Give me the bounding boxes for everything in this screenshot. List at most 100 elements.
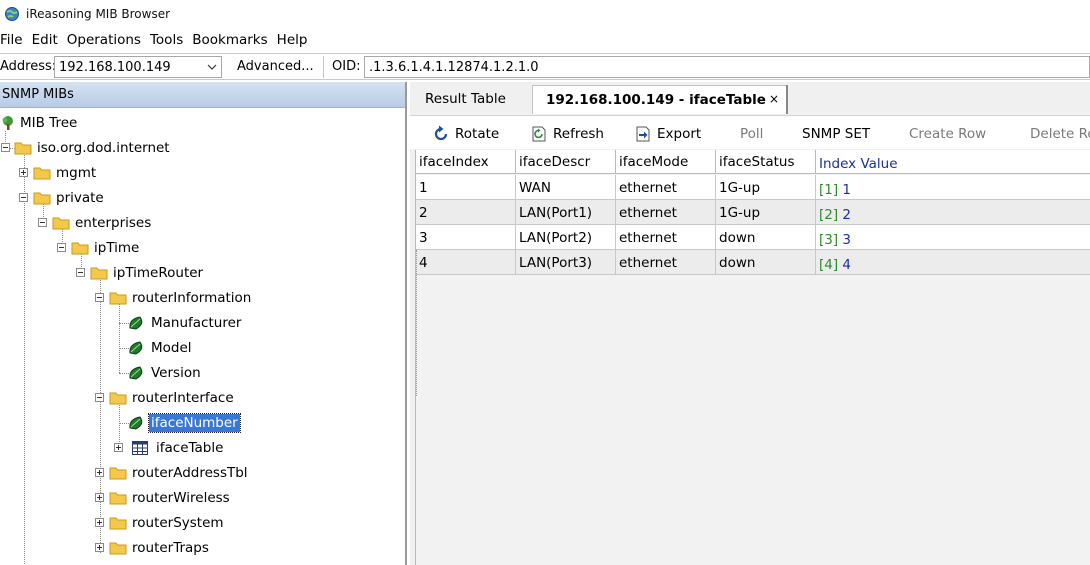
tree-node-label: ipTimeRouter	[113, 265, 204, 281]
tree-node-mgmt[interactable]: mgmt	[33, 162, 98, 184]
folder-icon	[109, 492, 127, 505]
cell-ifacemode: ethernet	[616, 250, 716, 275]
tree-node-routerwireless[interactable]: routerWireless	[109, 487, 232, 509]
menu-edit[interactable]: Edit	[32, 32, 63, 48]
tree-node-label: mgmt	[56, 165, 97, 181]
folder-icon	[109, 542, 127, 555]
result-toolbar: Rotate Refresh Export Poll SNMP SET Crea…	[410, 115, 1090, 149]
menu-bar: File Edit Operations Tools Bookmarks Hel…	[0, 28, 1090, 52]
table-row[interactable]: 3 LAN(Port2) ethernet down [3] 3	[416, 225, 1090, 250]
tree-toggle-collapse[interactable]	[38, 218, 47, 227]
tree-toggle-expand[interactable]	[95, 468, 104, 477]
tree-node-label: Manufacturer	[151, 315, 242, 331]
leaf-icon	[129, 316, 143, 330]
tree-node-label-selected: ifaceNumber	[148, 413, 241, 433]
poll-button[interactable]: Poll	[740, 124, 763, 144]
cell-ifacedescr: LAN(Port3)	[516, 250, 616, 275]
tree-node-iptime[interactable]: ipTime	[71, 237, 141, 259]
folder-icon	[14, 142, 32, 155]
cell-ifaceindex: 1	[416, 175, 516, 200]
index-value: 2	[842, 207, 852, 223]
tree-node-ifacetable[interactable]: ifaceTable	[132, 437, 225, 459]
mib-tree: MIB Tree iso.org.dod.internet mgmt priva…	[0, 109, 405, 565]
close-icon[interactable]: ×	[769, 92, 779, 106]
tree-toggle-expand[interactable]	[95, 518, 104, 527]
oid-input[interactable]: .1.3.6.1.4.1.12874.1.2.1.0	[364, 56, 1090, 78]
cell-ifacemode: ethernet	[616, 200, 716, 225]
column-header-ifaceindex[interactable]: ifaceIndex	[416, 150, 516, 174]
cell-ifaceindex: 4	[416, 250, 516, 275]
tree-toggle-expand[interactable]	[95, 543, 104, 552]
menu-file[interactable]: File	[0, 32, 28, 48]
folder-icon	[109, 392, 127, 405]
cell-index-value: [3] 3	[816, 225, 1090, 250]
column-header-ifacestatus[interactable]: ifaceStatus	[716, 150, 816, 174]
tree-node-routerinterface[interactable]: routerInterface	[109, 387, 236, 409]
tree-toggle-expand[interactable]	[19, 168, 28, 177]
tree-node-label: Model	[151, 340, 192, 356]
snmp-set-button[interactable]: SNMP SET	[802, 124, 870, 144]
leaf-icon	[129, 416, 143, 430]
advanced-button[interactable]: Advanced...	[230, 56, 320, 78]
mib-tree-pane: SNMP MIBs MIB Tree iso.org.dod.internet …	[0, 82, 407, 565]
table-header: ifaceIndex ifaceDescr ifaceMode ifaceSta…	[416, 150, 1090, 174]
menu-bookmarks[interactable]: Bookmarks	[192, 32, 272, 48]
tree-node-internet[interactable]: iso.org.dod.internet	[14, 137, 172, 159]
toolbar-separator	[323, 56, 324, 78]
tree-toggle-collapse[interactable]	[95, 393, 104, 402]
export-button[interactable]: Export	[634, 124, 701, 144]
column-header-ifacedescr[interactable]: ifaceDescr	[516, 150, 616, 174]
table-row[interactable]: 1 WAN ethernet 1G-up [1] 1	[416, 175, 1090, 200]
export-icon	[636, 126, 650, 142]
tree-node-label: routerAddressTbl	[132, 465, 248, 481]
refresh-button[interactable]: Refresh	[530, 124, 604, 144]
refresh-icon	[532, 126, 546, 142]
tree-node-ifacenumber[interactable]: ifaceNumber	[128, 412, 241, 434]
rotate-label: Rotate	[455, 126, 500, 142]
tree-toggle-collapse[interactable]	[1, 143, 10, 152]
index-bracket: [4]	[819, 257, 839, 273]
column-header-index-value[interactable]: Index Value	[816, 150, 1090, 174]
tree-node-root[interactable]: MIB Tree	[0, 112, 79, 134]
tab-result-table[interactable]: Result Table	[425, 85, 506, 114]
tree-node-label: ipTime	[94, 240, 140, 256]
index-value: 3	[842, 232, 852, 248]
menu-help[interactable]: Help	[277, 32, 313, 48]
tree-node-version[interactable]: Version	[128, 362, 203, 384]
menu-tools[interactable]: Tools	[150, 32, 188, 48]
index-bracket: [2]	[819, 207, 839, 223]
delete-row-button[interactable]: Delete Ro	[1030, 124, 1090, 144]
tab-iface-table[interactable]: 192.168.100.149 - ifaceTable ×	[532, 85, 788, 114]
refresh-label: Refresh	[553, 126, 604, 142]
chevron-down-icon[interactable]	[207, 60, 217, 74]
table-row[interactable]: 4 LAN(Port3) ethernet down [4] 4	[416, 250, 1090, 275]
column-header-ifacemode[interactable]: ifaceMode	[616, 150, 716, 174]
tree-node-routeraddresstbl[interactable]: routerAddressTbl	[109, 462, 250, 484]
tree-node-routertraps[interactable]: routerTraps	[109, 537, 211, 559]
tree-toggle-collapse[interactable]	[57, 243, 66, 252]
table-row[interactable]: 2 LAN(Port1) ethernet 1G-up [2] 2	[416, 200, 1090, 225]
tree-node-manufacturer[interactable]: Manufacturer	[128, 312, 243, 334]
tree-node-enterprises[interactable]: enterprises	[52, 212, 153, 234]
tree-node-routersystem[interactable]: routerSystem	[109, 512, 226, 534]
folder-icon	[90, 267, 108, 280]
tree-node-label: routerSystem	[132, 515, 224, 531]
tree-toggle-collapse[interactable]	[19, 193, 28, 202]
tree-connector	[119, 403, 120, 448]
create-row-button[interactable]: Create Row	[909, 124, 986, 144]
cell-index-value: [1] 1	[816, 175, 1090, 200]
rotate-button[interactable]: Rotate	[432, 124, 499, 144]
tree-toggle-expand[interactable]	[114, 443, 123, 452]
address-combo[interactable]: 192.168.100.149	[54, 56, 222, 78]
tree-node-model[interactable]: Model	[128, 337, 194, 359]
cell-ifacemode: ethernet	[616, 225, 716, 250]
tree-toggle-collapse[interactable]	[95, 293, 104, 302]
tree-toggle-collapse[interactable]	[76, 268, 85, 277]
menu-operations[interactable]: Operations	[67, 32, 146, 48]
tree-node-iptimerouter[interactable]: ipTimeRouter	[90, 262, 205, 284]
pane-header-title: SNMP MIBs	[2, 87, 74, 102]
tree-node-routerinformation[interactable]: routerInformation	[109, 287, 253, 309]
cell-ifacedescr: WAN	[516, 175, 616, 200]
tree-node-private[interactable]: private	[33, 187, 106, 209]
tree-toggle-expand[interactable]	[95, 493, 104, 502]
